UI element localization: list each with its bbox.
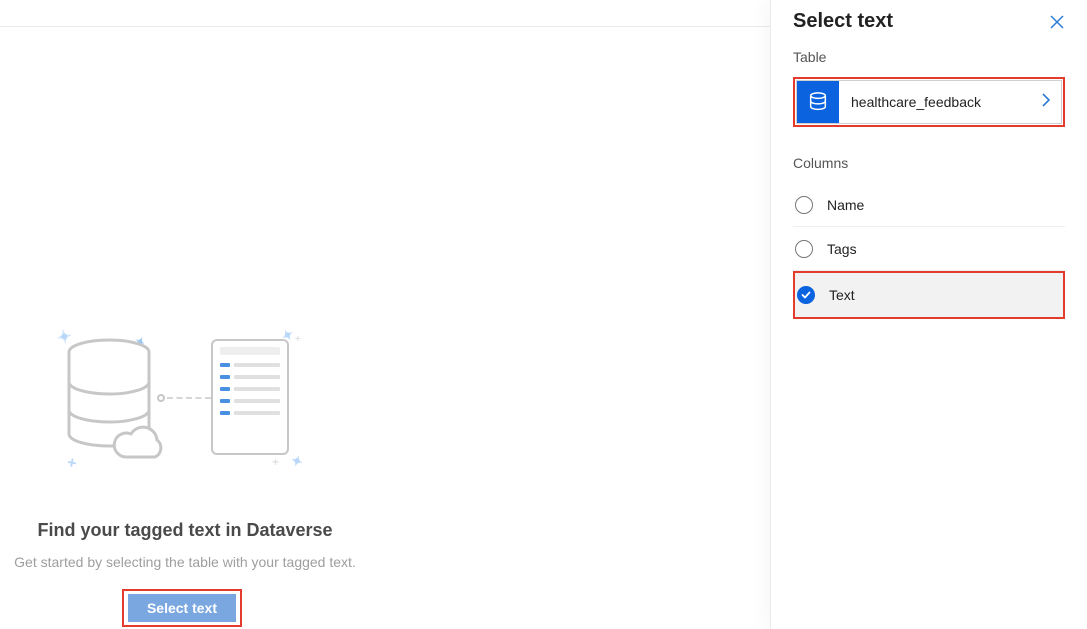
radio-checked-icon <box>797 286 815 304</box>
plus-icon: + <box>66 454 78 473</box>
table-icon <box>797 81 839 123</box>
connector-icon <box>157 397 213 399</box>
column-label: Tags <box>827 241 857 257</box>
table-picker[interactable]: healthcare_feedback <box>796 80 1062 124</box>
radio-unchecked-icon <box>795 240 813 258</box>
column-option-name[interactable]: Name <box>793 183 1065 227</box>
chevron-right-icon <box>1041 92 1051 113</box>
panel-title: Select text <box>793 10 893 33</box>
plus-icon: + <box>272 455 279 469</box>
hero-title: Find your tagged text in Dataverse <box>0 520 370 541</box>
select-text-button[interactable]: Select text <box>128 594 236 622</box>
selected-table-name: healthcare_feedback <box>851 94 1041 110</box>
close-icon[interactable] <box>1049 14 1065 30</box>
select-text-button-highlight: Select text <box>122 589 242 627</box>
panel-header: Select text <box>793 6 1065 49</box>
columns-list: Name Tags Text <box>793 183 1065 319</box>
column-option-highlight: Text <box>793 271 1065 319</box>
column-label: Name <box>827 197 864 213</box>
document-icon <box>211 339 289 455</box>
column-option-tags[interactable]: Tags <box>793 227 1065 271</box>
hero-subtitle: Get started by selecting the table with … <box>0 554 370 570</box>
table-section-label: Table <box>793 49 1065 65</box>
cloud-icon <box>109 423 165 463</box>
plus-icon: + <box>295 334 301 345</box>
illustration: ✦ ✦ + ✦ + + ✦ <box>57 327 317 467</box>
select-text-panel: Select text Table healthcare_feedback <box>770 0 1087 629</box>
sparkle-icon: ✦ <box>289 452 305 472</box>
column-label: Text <box>829 287 855 303</box>
radio-unchecked-icon <box>795 196 813 214</box>
column-option-text[interactable]: Text <box>795 273 1063 317</box>
table-picker-highlight: healthcare_feedback <box>793 77 1065 127</box>
main-content: ✦ ✦ + ✦ + + ✦ <box>0 0 770 629</box>
divider <box>0 26 770 27</box>
columns-section-label: Columns <box>793 155 1065 171</box>
